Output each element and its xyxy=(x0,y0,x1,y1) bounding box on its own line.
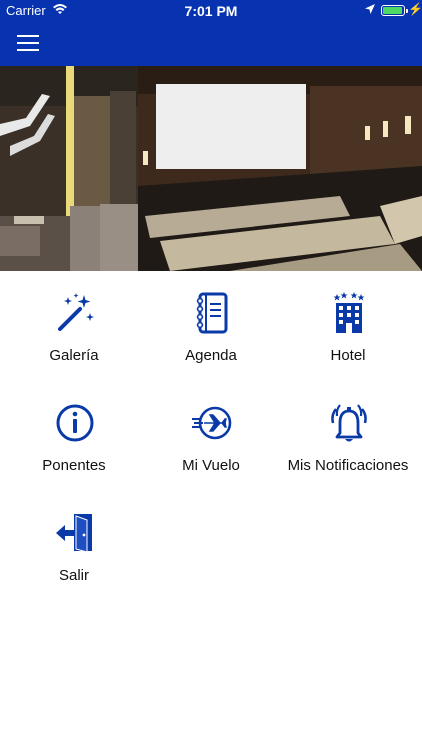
notebook-icon xyxy=(196,292,228,334)
hotel-icon xyxy=(333,292,365,333)
hamburger-icon[interactable] xyxy=(17,35,39,51)
airplane-icon xyxy=(192,406,232,440)
carousel-image xyxy=(0,66,422,271)
menu-item-label: Salir xyxy=(58,567,89,584)
hero-carousel[interactable] xyxy=(0,66,422,271)
menu-item-label: Ponentes xyxy=(42,457,106,474)
menu-item-label: Mi Vuelo xyxy=(182,457,240,474)
info-icon xyxy=(56,404,94,442)
magic-wand-icon xyxy=(58,293,94,331)
menu-item-mi-vuelo[interactable]: Mi Vuelo xyxy=(141,381,281,491)
menu-item-ponentes[interactable]: Ponentes xyxy=(4,381,144,491)
menu-item-agenda[interactable]: Agenda xyxy=(141,271,281,381)
bell-icon xyxy=(331,404,367,442)
menu-item-label: Agenda xyxy=(185,347,237,364)
menu-item-galeria[interactable]: Galería xyxy=(4,271,144,381)
menu-item-salir[interactable]: Salir xyxy=(4,491,144,601)
menu-item-label: Galería xyxy=(49,347,99,364)
charging-bolt-icon: ⚡ xyxy=(408,2,422,16)
menu-item-hotel[interactable]: Hotel xyxy=(278,271,418,381)
status-bar: Carrier 7:01 PM ⚡ xyxy=(0,0,422,22)
menu-item-mis-notificaciones[interactable]: Mis Notificaciones xyxy=(278,381,418,491)
top-bar: Carrier 7:01 PM ⚡ xyxy=(0,0,422,66)
menu-item-label: Hotel xyxy=(330,347,366,364)
battery-icon xyxy=(381,5,408,16)
clock: 7:01 PM xyxy=(184,3,238,19)
location-arrow-icon xyxy=(364,3,376,18)
exit-door-icon xyxy=(56,514,92,553)
menu-item-label: Mis Notificaciones xyxy=(287,457,409,474)
